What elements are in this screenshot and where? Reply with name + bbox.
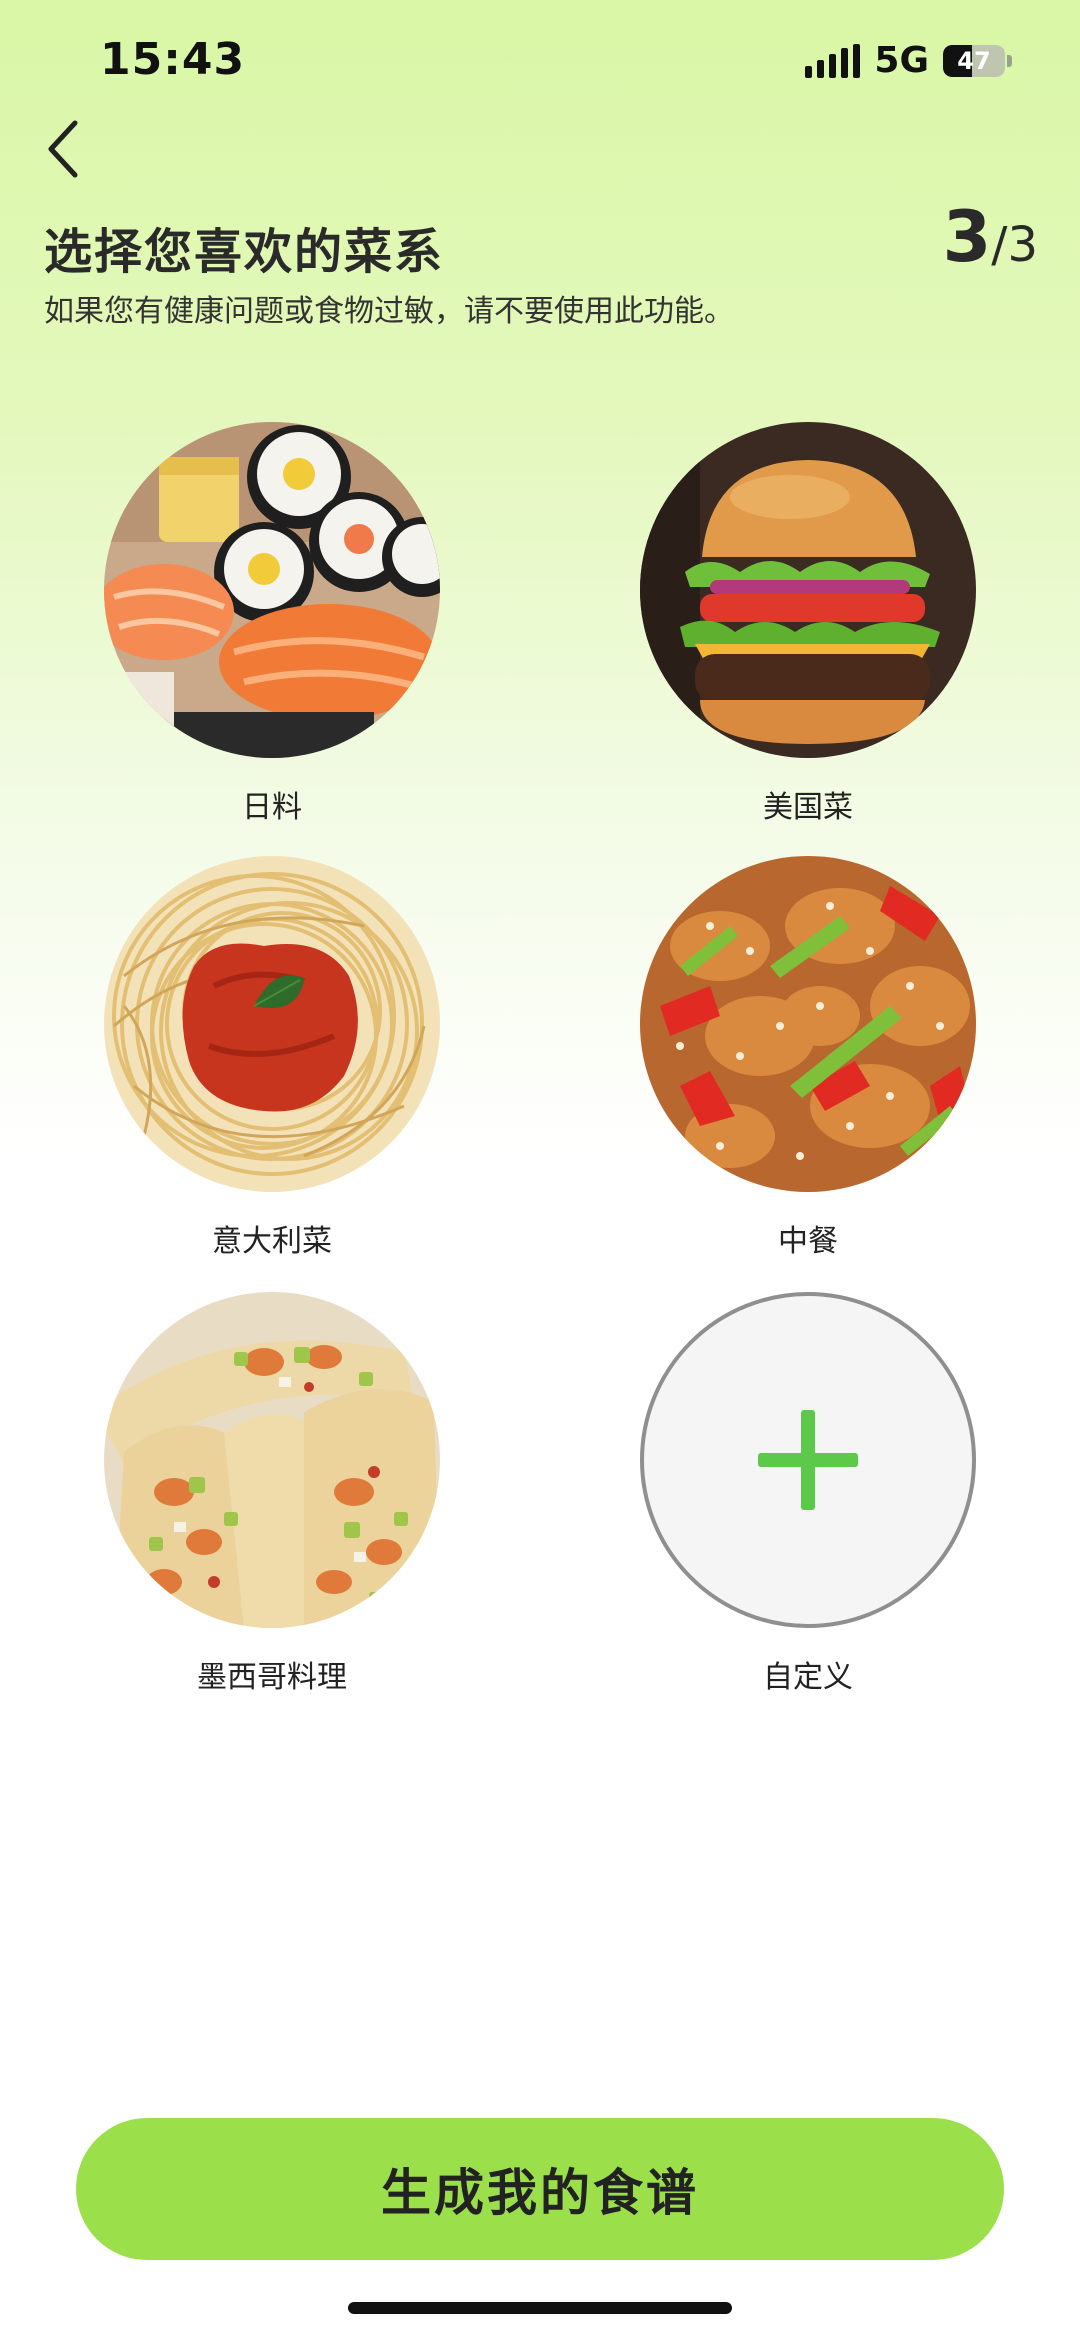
step-separator: / xyxy=(991,217,1008,273)
cuisine-american[interactable]: 美国菜 xyxy=(608,422,1008,825)
cuisine-label: 意大利菜 xyxy=(212,1224,332,1259)
chevron-left-icon xyxy=(48,120,78,178)
generate-recipe-button[interactable]: 生成我的食谱 xyxy=(76,2118,1004,2260)
battery-level: 47 xyxy=(957,46,991,75)
step-total: 3 xyxy=(1007,217,1038,273)
status-bar: 15:43 5G 47 xyxy=(0,0,1080,120)
cuisine-label: 美国菜 xyxy=(763,790,853,825)
sweet-sour-chicken-image xyxy=(640,856,976,1192)
custom-add-button[interactable] xyxy=(640,1292,976,1628)
tacos-image xyxy=(104,1292,440,1628)
cuisine-label: 中餐 xyxy=(778,1224,838,1259)
status-time: 15:43 xyxy=(100,34,246,85)
cuisine-chinese[interactable]: 中餐 xyxy=(608,856,1008,1259)
signal-icon xyxy=(805,43,861,78)
cuisine-label: 日料 xyxy=(242,790,302,825)
home-indicator[interactable] xyxy=(348,2302,732,2314)
burger-image xyxy=(640,422,976,758)
page-title: 选择您喜欢的菜系 xyxy=(44,224,445,280)
step-current: 3 xyxy=(942,196,992,278)
plus-icon xyxy=(758,1410,858,1510)
network-label: 5G xyxy=(874,40,929,81)
back-button[interactable] xyxy=(28,114,98,184)
sushi-image xyxy=(104,422,440,758)
spaghetti-image xyxy=(104,856,440,1192)
battery-icon: 47 xyxy=(943,44,1012,77)
cuisine-label: 墨西哥料理 xyxy=(197,1660,347,1695)
status-indicators: 5G 47 xyxy=(805,40,1012,81)
cuisine-label: 自定义 xyxy=(763,1660,853,1695)
page-subtitle: 如果您有健康问题或食物过敏，请不要使用此功能。 xyxy=(44,294,734,329)
cuisine-japanese[interactable]: 日料 xyxy=(72,422,472,825)
cuisine-mexican[interactable]: 墨西哥料理 xyxy=(72,1292,472,1695)
step-indicator: 3/3 xyxy=(943,196,1038,278)
cuisine-italian[interactable]: 意大利菜 xyxy=(72,856,472,1259)
cuisine-custom[interactable]: 自定义 xyxy=(608,1292,1008,1695)
